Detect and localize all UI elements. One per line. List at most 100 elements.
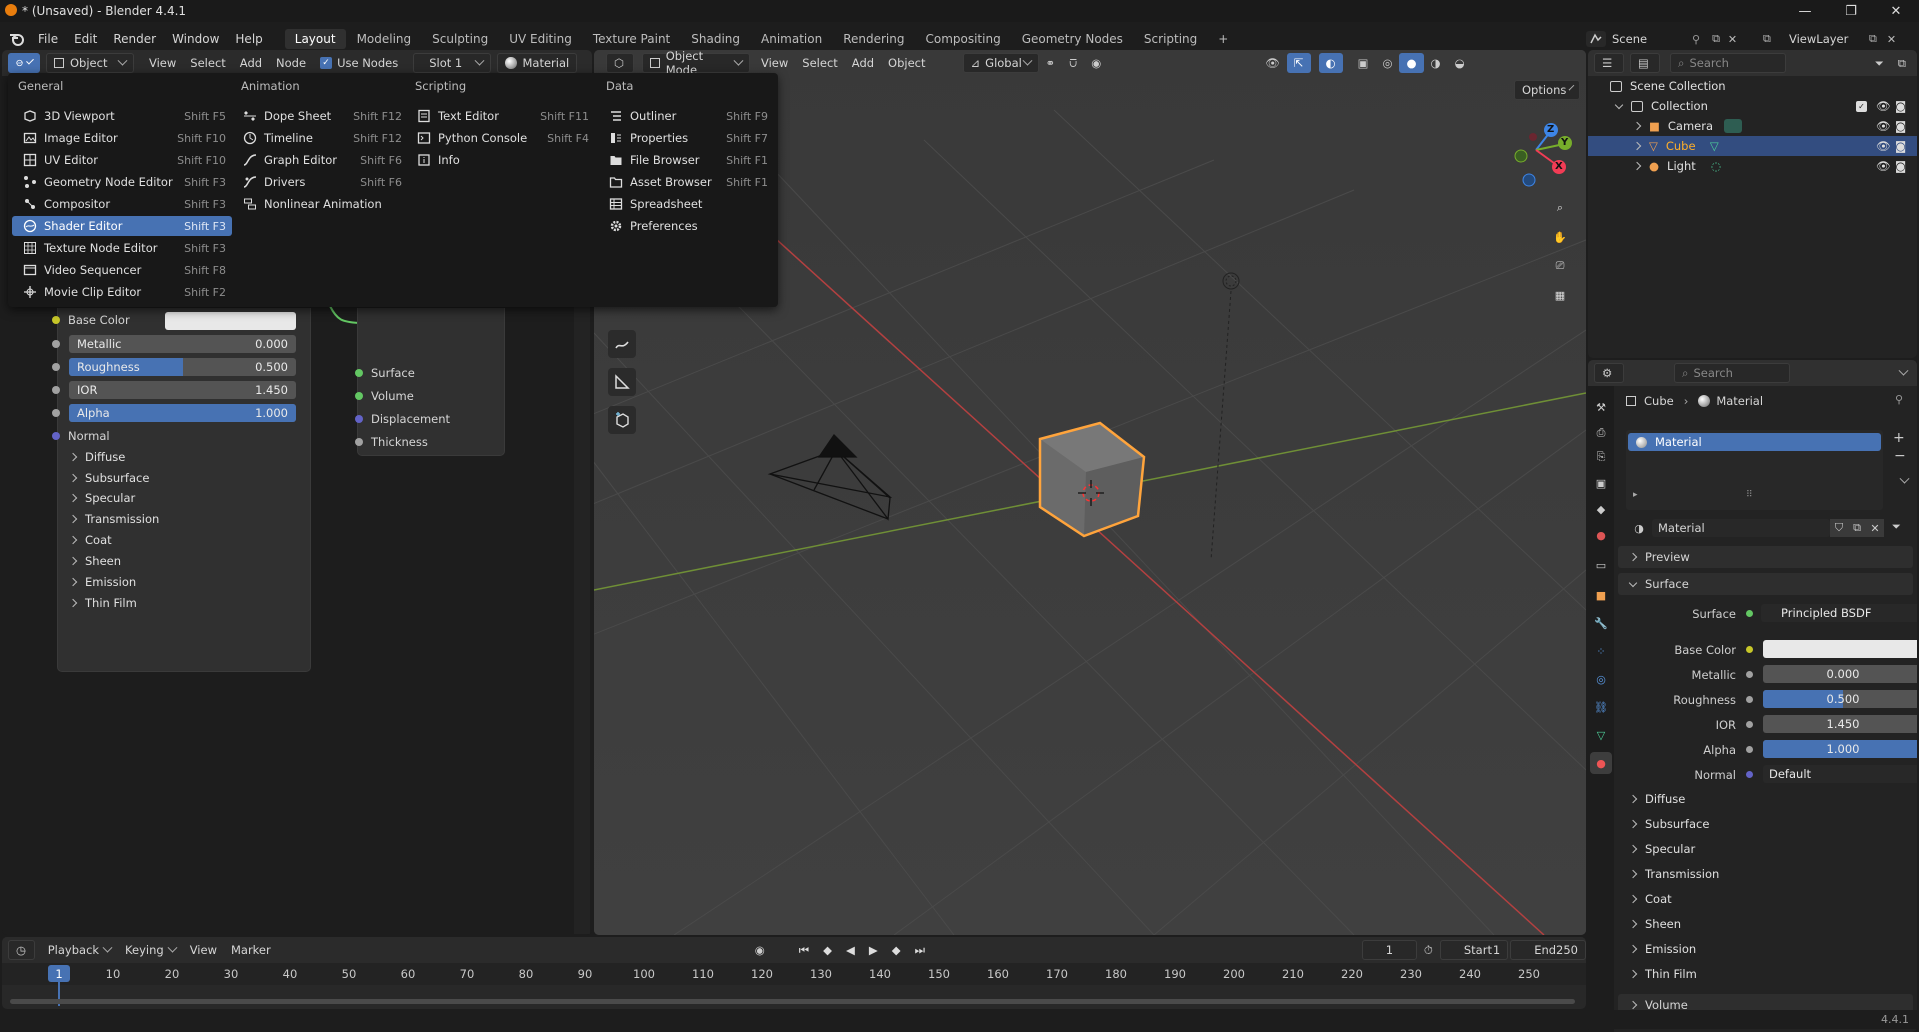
base-color-swatch[interactable] — [1763, 640, 1917, 658]
annotate-tool-icon[interactable] — [608, 330, 636, 358]
add-cube-tool-icon[interactable] — [608, 406, 636, 434]
timeline-menu-view[interactable]: View — [183, 940, 224, 960]
menu-item-geometry-node-editor[interactable]: Geometry Node Editor Shift F3 — [12, 172, 232, 192]
outliner-row-scene-collection[interactable]: Scene Collection — [1588, 76, 1917, 96]
fake-user-shield-icon[interactable]: ⛉ — [1830, 519, 1848, 537]
props-panel-coat[interactable]: Coat — [1628, 892, 1672, 906]
menu-edit[interactable]: Edit — [66, 32, 105, 46]
menu-item-timeline[interactable]: Timeline Shift F12 — [236, 128, 408, 148]
roughness-socket[interactable] — [52, 363, 60, 371]
panel-emission[interactable]: Emission — [68, 575, 136, 589]
tab-compositing[interactable]: Compositing — [915, 29, 1010, 49]
render-camera-icon[interactable]: ◙ — [1895, 159, 1906, 173]
scene-tab-icon[interactable]: ◆ — [1590, 498, 1612, 520]
panel-coat[interactable]: Coat — [68, 533, 112, 547]
navigation-gizmo[interactable] — [1498, 112, 1574, 188]
menu-item-file-browser[interactable]: File Browser Shift F1 — [602, 150, 774, 170]
next-keyframe-icon[interactable]: ◆ — [885, 940, 908, 960]
start-frame-field[interactable]: Start 1 — [1439, 940, 1509, 960]
panel-specular[interactable]: Specular — [68, 491, 135, 505]
menu-item-nonlinear-animation[interactable]: Nonlinear Animation — [236, 194, 408, 214]
menu-item-properties[interactable]: Properties Shift F7 — [602, 128, 774, 148]
visibility-icon[interactable]: 👁 — [1258, 53, 1287, 73]
outliner-area[interactable]: ☰ ▤ ⌕ Search ⏷ ⧉ Scene Collection Collect… — [1588, 50, 1917, 358]
outliner-editor-type-button[interactable]: ☰ — [1594, 53, 1624, 73]
properties-area[interactable]: ⚙ ⌕ Search ⚒ ⎙ ⎘ ▣ ◆ ● ▭ ■ 🔧 ⁘ ◎ ⛓ ▽ ● Cu… — [1588, 360, 1917, 1032]
pin-icon[interactable]: ⚲ — [1895, 393, 1903, 406]
ior-field[interactable]: IOR 1.450 — [69, 381, 296, 399]
menu-item-text-editor[interactable]: Text Editor Shift F11 — [410, 106, 595, 126]
timeline-scrollbar[interactable] — [10, 999, 1575, 1004]
options-dropdown[interactable]: Options — [1514, 80, 1580, 100]
playback-menu[interactable]: Playback — [41, 940, 118, 960]
menu-window[interactable]: Window — [164, 32, 227, 46]
displacement-socket[interactable] — [355, 415, 363, 423]
remove-viewlayer-icon[interactable]: ✕ — [1887, 33, 1896, 46]
normal-field[interactable]: Default — [1763, 765, 1917, 783]
base-color-socket[interactable] — [52, 316, 60, 324]
timeline-editor-type-button[interactable]: ◷ — [8, 940, 35, 960]
menu-item-image-editor[interactable]: Image Editor Shift F10 — [12, 128, 232, 148]
remove-slot-button[interactable]: − — [1894, 448, 1906, 464]
exclude-checkbox-icon[interactable]: ✓ — [1856, 100, 1867, 112]
gizmo-toggle-icon[interactable]: ⇱ — [1286, 53, 1311, 73]
object-tab-icon[interactable]: ■ — [1590, 584, 1612, 606]
overlay-toggle-icon[interactable]: ◐ — [1318, 53, 1343, 73]
measure-tool-icon[interactable] — [608, 368, 636, 396]
duplicate-material-icon[interactable]: ⧉ — [1848, 519, 1866, 537]
world-tab-icon[interactable]: ● — [1590, 524, 1612, 546]
panel-transmission[interactable]: Transmission — [68, 512, 159, 526]
menu-render[interactable]: Render — [105, 32, 164, 46]
tab-modeling[interactable]: Modeling — [347, 29, 422, 49]
scene-name[interactable]: Scene — [1612, 32, 1692, 46]
panel-diffuse[interactable]: Diffuse — [68, 450, 125, 464]
props-panel-diffuse[interactable]: Diffuse — [1628, 792, 1685, 806]
tab-rendering[interactable]: Rendering — [833, 29, 914, 49]
render-camera-icon[interactable]: ◙ — [1895, 119, 1906, 133]
new-scene-icon[interactable]: ⧉ — [1712, 32, 1720, 46]
pivot-icon[interactable]: ⚭ — [1039, 53, 1063, 73]
panel-sheen[interactable]: Sheen — [68, 554, 121, 568]
snap-icon[interactable]: ⩂ — [1062, 53, 1084, 73]
surface-shader-field[interactable]: Principled BSDF — [1761, 604, 1917, 622]
filter-icon[interactable]: ⏷ — [1868, 53, 1891, 73]
metallic-field[interactable]: Metallic 0.000 — [69, 335, 296, 353]
pan-hand-icon[interactable]: ✋ — [1548, 225, 1572, 249]
hide-eye-icon[interactable]: 👁 — [1876, 139, 1891, 153]
perspective-toggle-icon[interactable]: ▦ — [1548, 283, 1572, 307]
collection-tab-icon[interactable]: ▭ — [1590, 554, 1612, 576]
slot-specials-icon[interactable] — [1899, 473, 1910, 484]
props-panel-emission[interactable]: Emission — [1628, 942, 1696, 956]
thickness-socket[interactable] — [355, 438, 363, 446]
keying-menu[interactable]: Keying — [118, 940, 183, 960]
viewlayer-name[interactable]: ViewLayer — [1789, 32, 1869, 46]
close-button[interactable]: ✕ — [1873, 0, 1919, 22]
tab-scripting[interactable]: Scripting — [1134, 29, 1207, 49]
add-slot-button[interactable]: + — [1893, 430, 1905, 446]
current-frame-field[interactable]: 1 — [1361, 940, 1417, 960]
menu-item-info[interactable]: Info — [410, 150, 595, 170]
alpha-field[interactable]: Alpha 1.000 — [69, 404, 296, 422]
solid-shading-icon[interactable]: ● — [1399, 53, 1424, 73]
menu-item-drivers[interactable]: Drivers Shift F6 — [236, 172, 408, 192]
menu-item-graph-editor[interactable]: Graph Editor Shift F6 — [236, 150, 408, 170]
auto-keying-icon[interactable]: ◉ — [748, 940, 772, 960]
minimize-button[interactable]: — — [1782, 0, 1828, 22]
tab-sculpting[interactable]: Sculpting — [422, 29, 498, 49]
props-panel-sheen[interactable]: Sheen — [1628, 917, 1681, 931]
proportional-edit-icon[interactable]: ◉ — [1084, 53, 1108, 73]
tab-animation[interactable]: Animation — [751, 29, 832, 49]
zoom-icon[interactable]: ⌕ — [1548, 196, 1572, 220]
mode-dropdown[interactable]: Object Mode — [642, 50, 750, 77]
prev-keyframe-icon[interactable]: ◆ — [816, 940, 839, 960]
browse-material-icon[interactable]: ◑ — [1626, 519, 1652, 537]
view-layer-tab-icon[interactable]: ▣ — [1590, 472, 1612, 494]
pin-icon[interactable]: ⚲ — [1692, 33, 1700, 46]
ior-socket[interactable] — [52, 386, 60, 394]
viewport-menu-object[interactable]: Object — [881, 53, 932, 73]
metallic-field[interactable]: 0.000 — [1763, 665, 1917, 683]
viewport-menu-add[interactable]: Add — [845, 53, 881, 73]
unlink-material-icon[interactable]: ✕ — [1866, 519, 1884, 537]
end-frame-field[interactable]: End 250 — [1510, 940, 1586, 960]
menu-item-dope-sheet[interactable]: Dope Sheet Shift F12 — [236, 106, 408, 126]
